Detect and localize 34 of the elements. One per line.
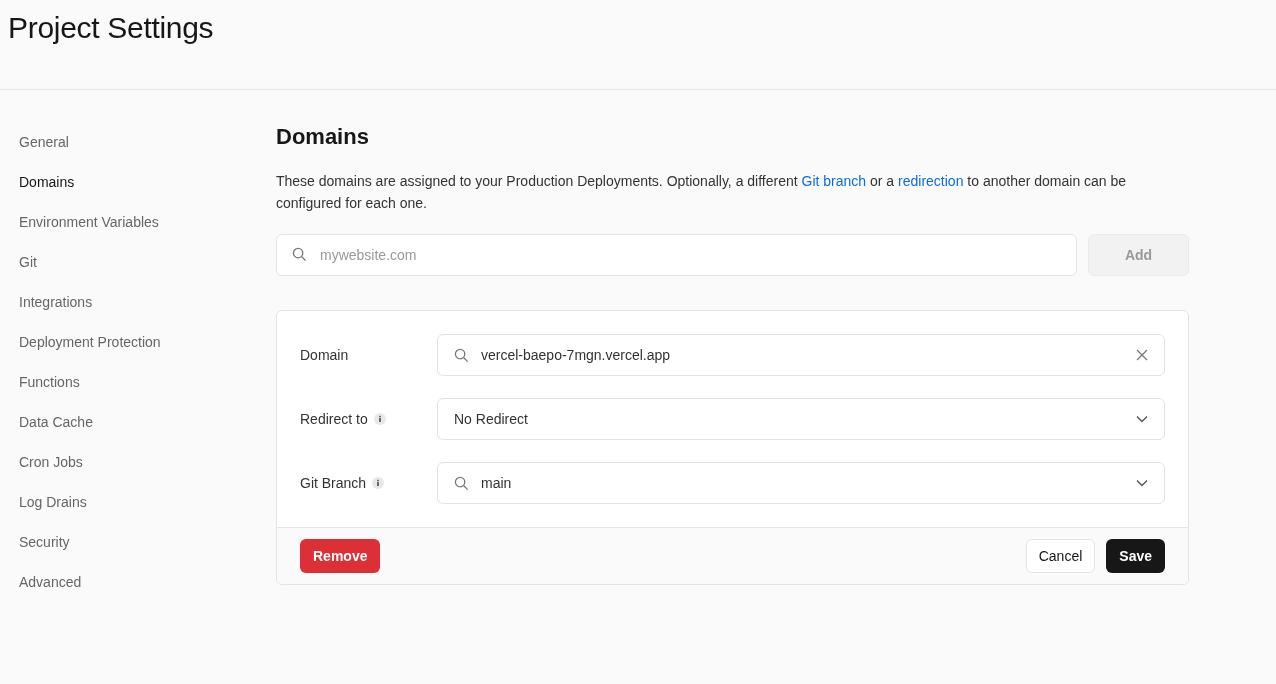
sidebar-item[interactable]: Git: [19, 250, 37, 290]
field-label: Redirect to: [300, 411, 368, 427]
field-label: Git Branch: [300, 475, 367, 491]
sidebar-item[interactable]: Cron Jobs: [19, 450, 83, 490]
section-title: Domains: [276, 124, 369, 150]
sidebar-item[interactable]: Data Cache: [19, 410, 93, 450]
field-label: Domain: [300, 347, 349, 363]
sidebar-item[interactable]: Integrations: [19, 290, 93, 330]
input-field[interactable]: main: [437, 462, 1165, 504]
sidebar-item[interactable]: Security: [19, 530, 70, 570]
page-title: Project Settings: [7, 10, 214, 45]
action-button[interactable]: Save: [1106, 539, 1165, 573]
description-link[interactable]: redirection: [898, 173, 964, 189]
close-icon[interactable]: [1136, 349, 1148, 361]
search-icon: [454, 347, 469, 363]
search-icon: [454, 475, 469, 491]
chevron-down-icon[interactable]: [1136, 479, 1148, 487]
description-text: These domains are assigned to your Production Deployments. Optionally, a different Git branch or a redirection to another domain can be configured for each one.: [276, 172, 1128, 213]
sidebar-item[interactable]: Domains: [19, 170, 75, 210]
action-button[interactable]: Remove: [300, 539, 381, 573]
input-field[interactable]: No Redirect: [437, 398, 1165, 440]
sidebar-item[interactable]: Environment Variables: [19, 210, 159, 250]
description-link[interactable]: Git branch: [801, 173, 867, 189]
input-field[interactable]: vercel-baepo-7mgn.vercel.app: [437, 334, 1165, 376]
sidebar-item[interactable]: Advanced: [19, 570, 82, 610]
sidebar-item[interactable]: Deployment Protection: [19, 330, 161, 370]
action-button[interactable]: Cancel: [1025, 539, 1096, 573]
info-icon[interactable]: [372, 477, 385, 489]
domain-input[interactable]: mywebsite.com: [276, 234, 1077, 276]
sidebar-item[interactable]: General: [19, 130, 69, 170]
chevron-down-icon[interactable]: [1136, 415, 1148, 423]
info-icon[interactable]: [373, 413, 386, 425]
sidebar-item[interactable]: Functions: [19, 370, 80, 410]
sidebar-item[interactable]: Log Drains: [19, 490, 87, 530]
